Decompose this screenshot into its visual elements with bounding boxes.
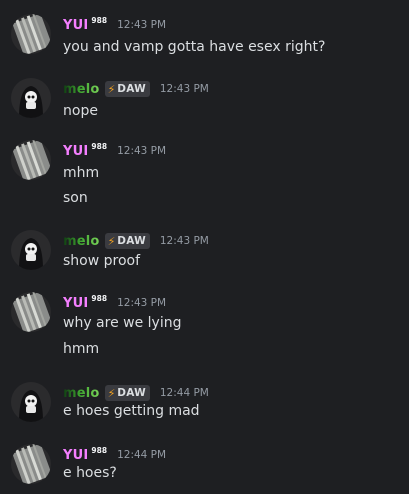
guild-tag[interactable]: ⚡ DAW <box>104 81 150 97</box>
message-text: mhm <box>63 165 100 181</box>
avatar-melo-image <box>11 78 51 118</box>
message-text: e hoes? <box>63 465 117 481</box>
guild-tag[interactable]: ⚡ DAW <box>104 233 150 249</box>
message-text: show proof <box>63 253 141 269</box>
user-badge: 988 <box>91 141 108 151</box>
username-melo[interactable]: melo <box>63 82 100 97</box>
avatar-yui[interactable] <box>11 292 51 332</box>
message-header: YUI 988 12:43 PM <box>63 16 166 34</box>
guild-tag-label: DAW <box>117 83 146 95</box>
avatar-melo[interactable] <box>11 382 51 422</box>
message-text: why are we lying <box>63 315 182 331</box>
username-yui[interactable]: YUI <box>63 144 88 159</box>
timestamp: 12:43 PM <box>117 297 167 309</box>
timestamp: 12:43 PM <box>159 235 209 247</box>
message-text: you and vamp gotta have esex right? <box>63 39 326 55</box>
user-badge: 988 <box>91 293 108 303</box>
lightning-icon: ⚡ <box>107 386 116 400</box>
message-header: melo ⚡ DAW 12:43 PM <box>63 232 209 250</box>
username-yui[interactable]: YUI <box>63 296 88 311</box>
lightning-icon: ⚡ <box>107 234 116 248</box>
guild-tag-label: DAW <box>117 235 146 247</box>
user-badge: 988 <box>91 445 108 455</box>
username-yui[interactable]: YUI <box>63 18 88 33</box>
avatar-melo[interactable] <box>11 230 51 270</box>
guild-tag-label: DAW <box>117 387 146 399</box>
username-melo[interactable]: melo <box>63 234 100 249</box>
message-text: hmm <box>63 341 100 357</box>
avatar-melo-image <box>11 382 51 422</box>
user-badge: 988 <box>91 15 108 25</box>
lightning-icon: ⚡ <box>107 82 116 96</box>
message-header: YUI 988 12:43 PM <box>63 294 166 312</box>
message-header: YUI 988 12:43 PM <box>63 142 166 160</box>
timestamp: 12:43 PM <box>159 83 209 95</box>
avatar-yui-image <box>11 14 51 54</box>
username-yui[interactable]: YUI <box>63 448 88 463</box>
timestamp: 12:44 PM <box>159 387 209 399</box>
timestamp: 12:43 PM <box>117 145 167 157</box>
message-text: son <box>63 190 88 206</box>
message-header: YUI 988 12:44 PM <box>63 446 166 464</box>
avatar-yui-image <box>11 292 51 332</box>
avatar-melo-image <box>11 230 51 270</box>
message-text: e hoes getting mad <box>63 403 200 419</box>
message-header: melo ⚡ DAW 12:44 PM <box>63 384 209 402</box>
username-melo[interactable]: melo <box>63 386 100 401</box>
avatar-yui[interactable] <box>11 14 51 54</box>
avatar-yui[interactable] <box>11 140 51 180</box>
avatar-yui-image <box>11 140 51 180</box>
avatar-melo[interactable] <box>11 78 51 118</box>
message-header: melo ⚡ DAW 12:43 PM <box>63 80 209 98</box>
guild-tag[interactable]: ⚡ DAW <box>104 385 150 401</box>
avatar-yui-image <box>11 444 51 484</box>
timestamp: 12:44 PM <box>117 449 167 461</box>
timestamp: 12:43 PM <box>117 19 167 31</box>
avatar-yui[interactable] <box>11 444 51 484</box>
message-text: nope <box>63 103 98 119</box>
